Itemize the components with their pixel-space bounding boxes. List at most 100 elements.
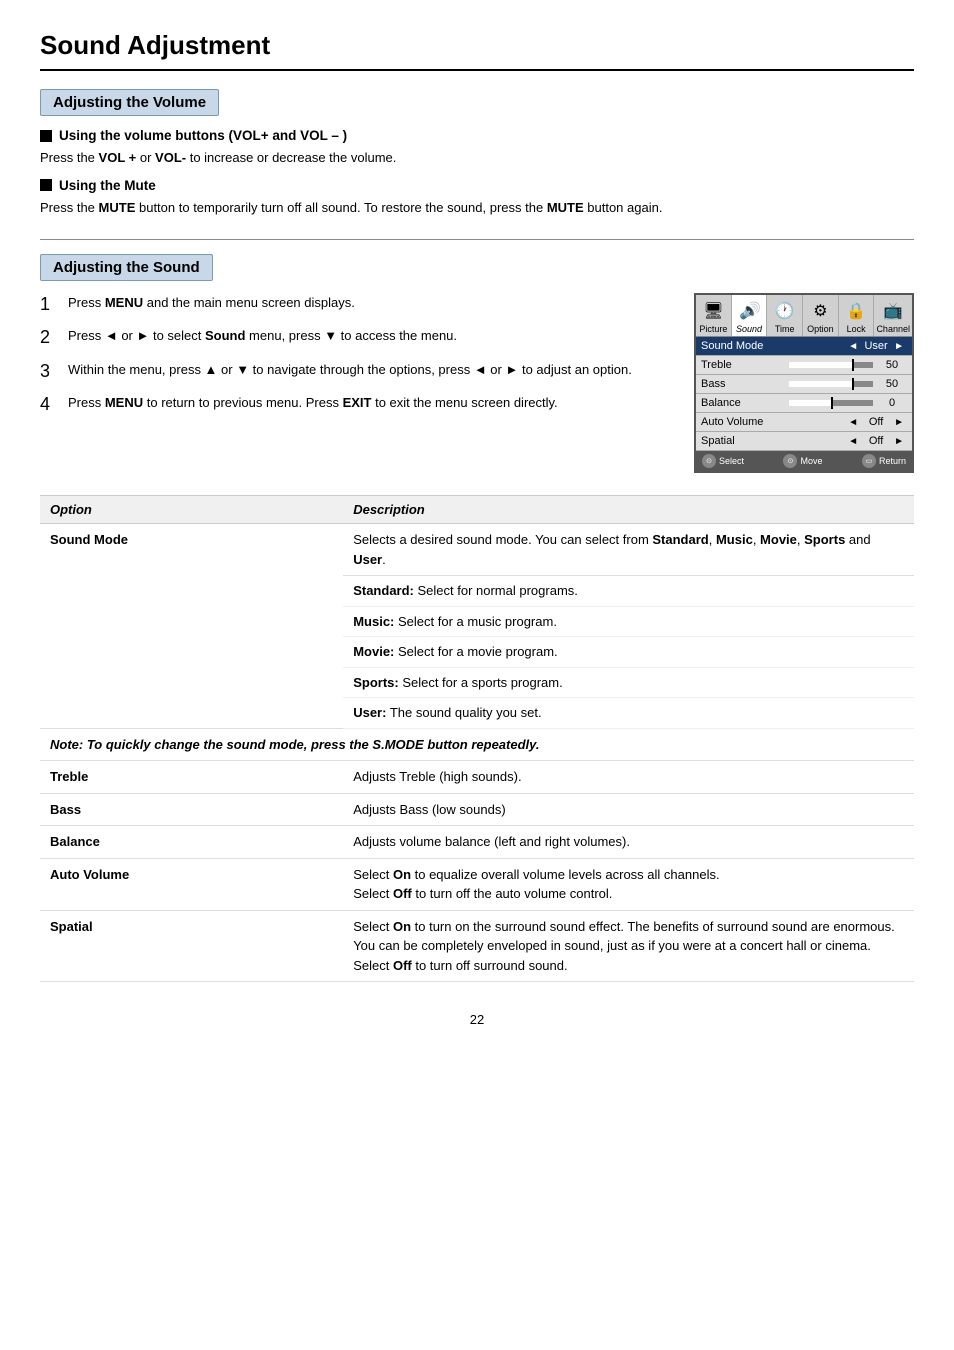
picture-label: Picture [698,324,729,334]
balance-desc: Adjusts volume balance (left and right v… [343,826,914,859]
return-label: Return [879,456,906,466]
menu-row-treble: Treble 50 [696,356,912,375]
standard-desc: Standard: Select for normal programs. [343,576,914,607]
menu-row-bass: Bass 50 [696,375,912,394]
step-text-2: Press ◄ or ► to select Sound menu, press… [68,326,674,349]
adjusting-volume-section: Adjusting the Volume Using the volume bu… [40,89,914,217]
step-4: 4 Press MENU to return to previous menu.… [40,393,674,416]
sound-mode-value: User [861,340,891,352]
move-btn: ⊙ Move [783,454,822,468]
treble-desc: Adjusts Treble (high sounds). [343,761,914,794]
auto-volume-label: Auto Volume [701,416,845,428]
channel-label: Channel [876,324,910,334]
select-label: Select [719,456,744,466]
option-icon: ⚙ [809,300,831,322]
menu-icon-sound: 🔊 Sound [732,295,768,336]
bass-bar [789,381,873,387]
sound-mode-desc: Selects a desired sound mode. You can se… [343,524,914,576]
bullet-icon-2 [40,179,52,191]
move-label: Move [800,456,822,466]
sound-label: Sound [734,324,765,334]
music-desc: Music: Select for a music program. [343,606,914,637]
sound-icon: 🔊 [738,300,760,322]
step-num-1: 1 [40,293,58,316]
auto-volume-arrow-left: ◄ [845,417,861,428]
lock-label: Lock [841,324,872,334]
bass-label: Bass [701,378,785,390]
spatial-option: Spatial [40,910,343,982]
auto-volume-desc: Select On to equalize overall volume lev… [343,858,914,910]
return-btn: ▭ Return [862,454,906,468]
menu-rows: Sound Mode ◄ User ► Treble 50 Bass [696,337,912,451]
step-text-1: Press MENU and the main menu screen disp… [68,293,674,316]
spatial-value: Off [861,435,891,447]
menu-icon-picture: 🖥 Picture [696,295,732,336]
step-num-3: 3 [40,360,58,383]
treble-value: 50 [877,359,907,371]
step-num-2: 2 [40,326,58,349]
time-label: Time [769,324,800,334]
menu-icon-time: 🕐 Time [767,295,803,336]
page-number: 22 [40,1012,914,1027]
auto-volume-option: Auto Volume [40,858,343,910]
col-option-header: Option [40,496,343,524]
table-row-treble: Treble Adjusts Treble (high sounds). [40,761,914,794]
table-row-balance: Balance Adjusts volume balance (left and… [40,826,914,859]
treble-bar-fill [789,362,852,368]
page-title: Sound Adjustment [40,30,914,71]
adjusting-volume-header: Adjusting the Volume [40,89,219,116]
balance-value: 0 [877,397,907,409]
menu-bottom-bar: ⊙ Select ⊙ Move ▭ Return [696,451,912,471]
bullet-icon [40,130,52,142]
user-desc: User: The sound quality you set. [343,698,914,729]
auto-volume-arrow-right: ► [891,417,907,428]
balance-label: Balance [701,397,785,409]
step-1: 1 Press MENU and the main menu screen di… [40,293,674,316]
balance-bar-tick [831,397,833,409]
spatial-label: Spatial [701,435,845,447]
select-icon: ⊙ [702,454,716,468]
sound-mode-label: Sound Mode [701,340,845,352]
treble-label: Treble [701,359,785,371]
menu-icon-channel: 📺 Channel [874,295,912,336]
sound-mode-option: Sound Mode [40,524,343,729]
bass-value: 50 [877,378,907,390]
table-row-spatial: Spatial Select On to turn on the surroun… [40,910,914,982]
menu-screen: 🖥 Picture 🔊 Sound 🕐 Time ⚙ Option 🔒 [694,293,914,473]
bass-option: Bass [40,793,343,826]
step-2: 2 Press ◄ or ► to select Sound menu, pre… [40,326,674,349]
table-row-bass: Bass Adjusts Bass (low sounds) [40,793,914,826]
channel-icon: 📺 [882,300,904,322]
return-icon: ▭ [862,454,876,468]
options-table: Option Description Sound Mode Selects a … [40,495,914,982]
treble-option: Treble [40,761,343,794]
bass-desc: Adjusts Bass (low sounds) [343,793,914,826]
step-num-4: 4 [40,393,58,416]
menu-icon-option: ⚙ Option [803,295,839,336]
menu-row-auto-volume: Auto Volume ◄ Off ► [696,413,912,432]
mute-text: Press the MUTE button to temporarily tur… [40,198,914,218]
treble-bar-tick [852,359,854,371]
picture-icon: 🖥 [702,300,724,322]
step-text-3: Within the menu, press ▲ or ▼ to navigat… [68,360,674,383]
sound-mode-arrow-left: ◄ [845,341,861,352]
note-row: Note: To quickly change the sound mode, … [40,728,914,761]
movie-desc: Movie: Select for a movie program. [343,637,914,668]
menu-icon-lock: 🔒 Lock [839,295,875,336]
section-divider-1 [40,239,914,240]
menu-row-spatial: Spatial ◄ Off ► [696,432,912,451]
vol-buttons-text: Press the VOL + or VOL- to increase or d… [40,148,914,168]
auto-volume-value: Off [861,416,891,428]
step-3: 3 Within the menu, press ▲ or ▼ to navig… [40,360,674,383]
step-text-4: Press MENU to return to previous menu. P… [68,393,674,416]
note-text: Note: To quickly change the sound mode, … [40,728,914,761]
lock-icon: 🔒 [845,300,867,322]
adjusting-sound-section: Adjusting the Sound 1 Press MENU and the… [40,254,914,473]
move-icon: ⊙ [783,454,797,468]
col-description-header: Description [343,496,914,524]
menu-row-sound-mode: Sound Mode ◄ User ► [696,337,912,356]
spatial-arrow-right: ► [891,436,907,447]
spatial-arrow-left: ◄ [845,436,861,447]
balance-option: Balance [40,826,343,859]
menu-row-balance: Balance 0 [696,394,912,413]
